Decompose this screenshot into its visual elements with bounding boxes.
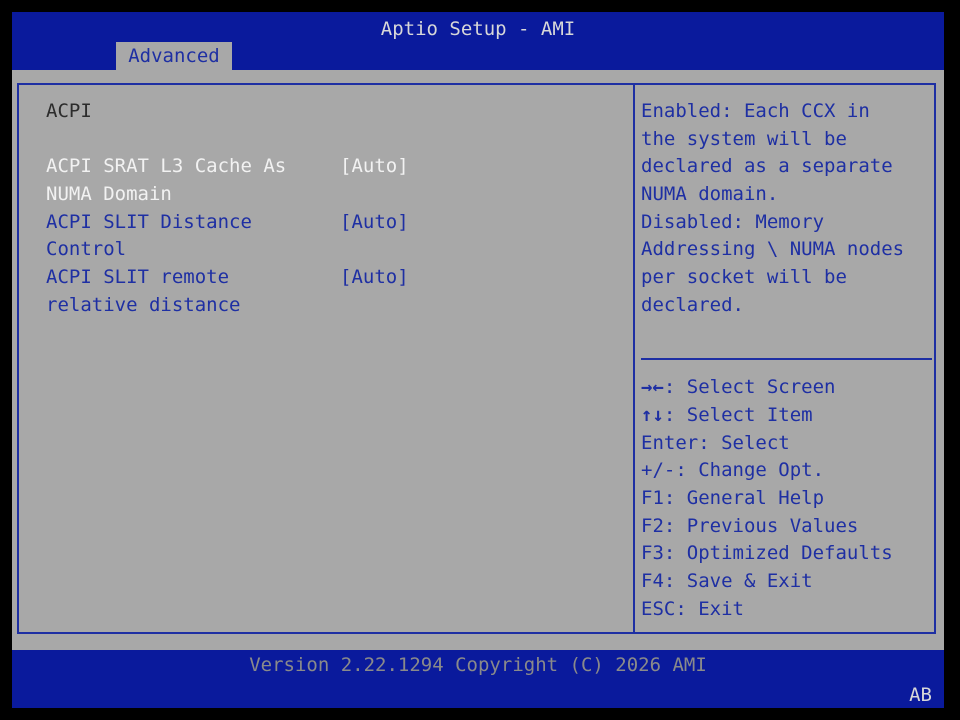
help-line: Enabled: Each CCX in	[641, 100, 870, 122]
corner-badge: AB	[909, 684, 932, 706]
tab-advanced[interactable]: Advanced	[116, 42, 232, 70]
key-select-item: ↑↓: Select Item	[641, 404, 813, 426]
help-line: declared.	[641, 294, 744, 316]
key-esc: ESC: Exit	[641, 598, 744, 620]
section-title: ACPI	[46, 100, 92, 122]
setting-label: relative distance	[46, 294, 241, 316]
setting-label: ACPI SLIT Distance	[46, 211, 252, 233]
footer-bar: Version 2.22.1294 Copyright (C) 2026 AMI…	[12, 650, 944, 708]
help-line: Addressing \ NUMA nodes	[641, 238, 905, 260]
setting-label: Control	[46, 238, 127, 260]
help-line: the system will be	[641, 128, 847, 150]
help-line: per socket will be	[641, 266, 847, 288]
key-f4: F4: Save & Exit	[641, 570, 813, 592]
key-enter: Enter: Select	[641, 432, 790, 454]
help-line: declared as a separate	[641, 155, 893, 177]
app-title: Aptio Setup - AMI	[380, 18, 576, 40]
title-bar: Aptio Setup - AMI Advanced	[12, 12, 944, 70]
setting-value[interactable]: [Auto]	[340, 264, 409, 292]
help-line: NUMA domain.	[641, 183, 779, 205]
key-f1: F1: General Help	[641, 487, 825, 509]
key-change-opt: +/-: Change Opt.	[641, 459, 825, 481]
up-down-arrows-icon: ↑↓	[641, 404, 664, 426]
help-line: Disabled: Memory	[641, 211, 825, 233]
bios-screen: Aptio Setup - AMI Advanced ACPI ACPI SRA…	[12, 12, 944, 708]
key-select-screen: →←: Select Screen	[641, 376, 836, 398]
setting-label: ACPI SLIT remote	[46, 266, 230, 288]
key-f2: F2: Previous Values	[641, 515, 859, 537]
key-f3: F3: Optimized Defaults	[641, 542, 893, 564]
help-divider	[641, 358, 932, 360]
setting-label: ACPI SRAT L3 Cache As	[46, 155, 287, 177]
setting-value[interactable]: [Auto]	[340, 153, 409, 181]
setting-label: NUMA Domain	[46, 183, 172, 205]
version-text: Version 2.22.1294 Copyright (C) 2026 AMI	[249, 654, 707, 676]
left-right-arrows-icon: →←	[641, 376, 664, 398]
setting-value[interactable]: [Auto]	[340, 209, 409, 237]
panel-divider	[633, 83, 635, 634]
